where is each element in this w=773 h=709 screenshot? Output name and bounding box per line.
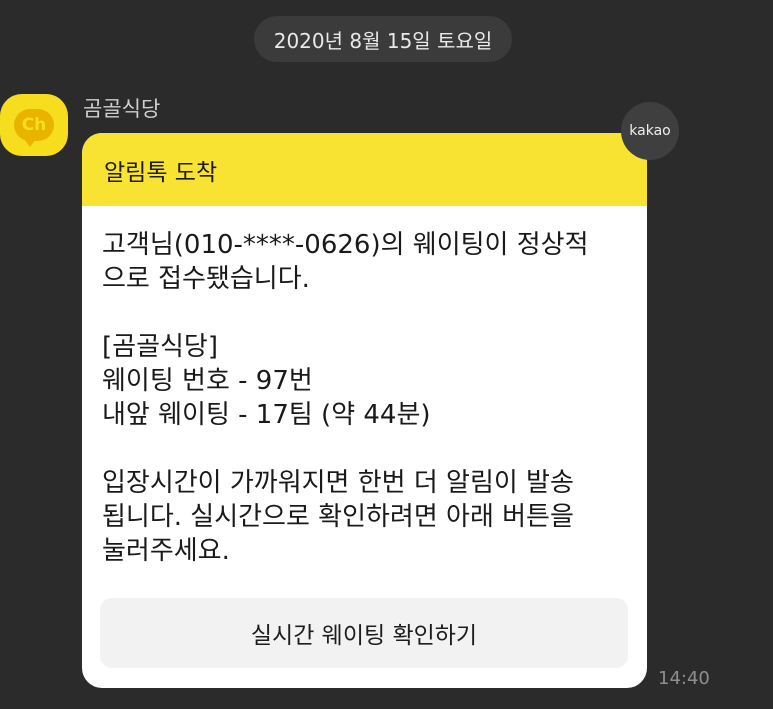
realtime-waiting-button[interactable]: 실시간 웨이팅 확인하기	[100, 598, 628, 668]
message-line: [곰골식당]	[102, 332, 218, 362]
kakao-badge: kakao	[621, 102, 679, 160]
message-line: 고객님(010-****-0626)의 웨이팅이 정상적	[102, 230, 589, 260]
channel-avatar[interactable]: Ch	[0, 94, 68, 156]
channel-icon: Ch	[14, 109, 54, 147]
message-line: 으로 접수됐습니다.	[102, 264, 310, 294]
message-line: 입장시간이 가까워지면 한번 더 알림이 발송	[102, 468, 574, 498]
sender-name: 곰골식당	[83, 97, 161, 121]
message-time: 14:40	[658, 668, 710, 689]
message-line: 내앞 웨이팅 - 17팀 (약 44분)	[102, 400, 431, 430]
message-line: 눌러주세요.	[102, 536, 230, 566]
message-line: 웨이팅 번호 - 97번	[102, 366, 313, 396]
card-body: 고객님(010-****-0626)의 웨이팅이 정상적 으로 접수됐습니다. …	[82, 206, 647, 568]
message-line: 됩니다. 실시간으로 확인하려면 아래 버튼을	[102, 502, 574, 532]
message-card: 알림톡 도착 고객님(010-****-0626)의 웨이팅이 정상적 으로 접…	[82, 133, 647, 688]
date-divider: 2020년 8월 15일 토요일	[254, 16, 512, 62]
card-header: 알림톡 도착	[82, 133, 647, 206]
